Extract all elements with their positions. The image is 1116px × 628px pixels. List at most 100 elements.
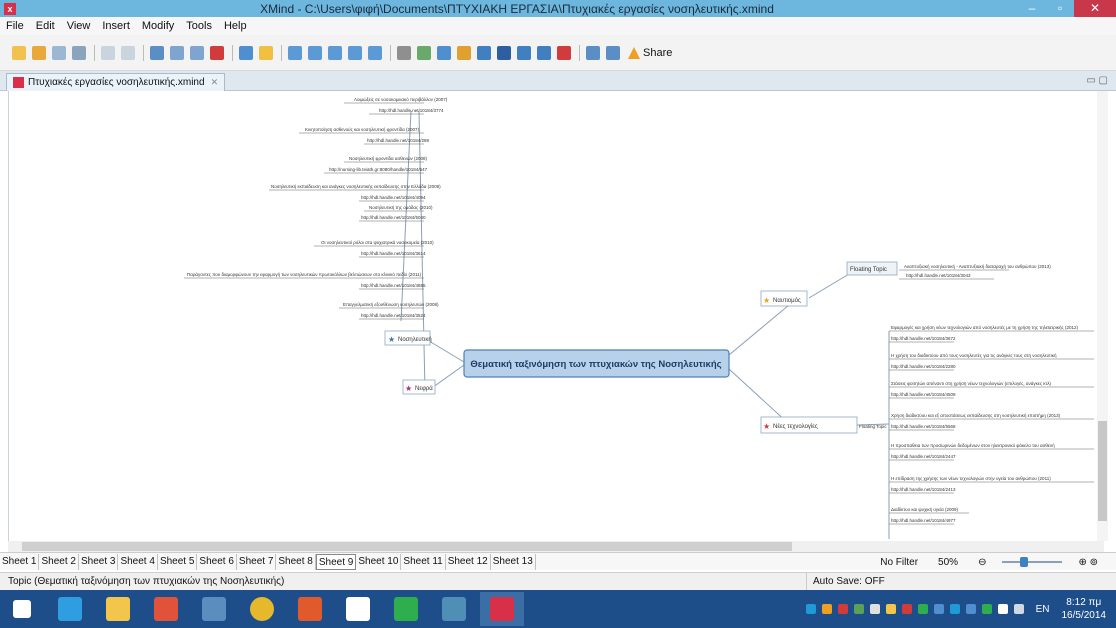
close-tab-icon[interactable]: ✕ — [211, 77, 219, 88]
sheet-tab[interactable]: Sheet 13 — [491, 553, 536, 570]
menu-insert[interactable]: Insert — [102, 20, 130, 32]
tray-icon[interactable] — [885, 604, 896, 614]
right-item-13[interactable]: Διαδίκτυο και ψυχική υγεία (2009) — [891, 506, 959, 512]
minimize-button[interactable]: – — [1018, 0, 1046, 17]
left-item-13[interactable]: Παράγοντες που διαμορφώνουν την εφαρμογή… — [187, 271, 422, 277]
floating-item-title[interactable]: Αναπτυξιακή νοσηλευτική - Αναπτυξιακή δι… — [904, 263, 1051, 269]
relationship-icon[interactable] — [308, 45, 322, 60]
open-folder-icon[interactable] — [32, 45, 46, 60]
taskbar-ie[interactable] — [48, 592, 92, 626]
pencil-icon[interactable] — [397, 45, 411, 60]
left-item-9[interactable]: Νοσηλευτική της ομάδας (2010) — [369, 204, 433, 210]
sheet-tab[interactable]: Sheet 1 — [0, 553, 40, 570]
tray-icon[interactable] — [837, 604, 848, 614]
taskbar-office[interactable] — [288, 592, 332, 626]
zoom-slider-knob[interactable] — [1020, 557, 1029, 567]
tray-icon[interactable] — [933, 604, 944, 614]
left-item-8[interactable]: http://hdl.handle.net/10184/4094 — [361, 195, 426, 200]
vertical-scroll-thumb[interactable] — [1098, 421, 1107, 521]
horizontal-scroll-thumb[interactable] — [22, 542, 792, 551]
right-item-1[interactable]: Εφαρμογές και χρήση νέων τεχνολογιών από… — [891, 324, 1078, 330]
taskbar-xmind[interactable] — [480, 592, 524, 626]
taskbar-amazon[interactable] — [336, 592, 380, 626]
autosave-status[interactable]: Auto Save: OFF — [806, 573, 885, 591]
menu-view[interactable]: View — [67, 20, 91, 32]
right-item-3[interactable]: Η χρήση του διαδικτύου από τους νοσηλευτ… — [891, 352, 1057, 358]
left-item-1[interactable]: Λοιμώξεις σε νοσοκομειακό περιβάλλον (20… — [354, 96, 448, 102]
sheet-tab[interactable]: Sheet 3 — [79, 553, 119, 570]
hyperlink-icon[interactable] — [477, 45, 491, 60]
paste-icon[interactable] — [190, 45, 204, 60]
menu-help[interactable]: Help — [224, 20, 247, 32]
tray-icon[interactable] — [821, 604, 832, 614]
right-item-5[interactable]: Στάσεις φοιτητών απέναντι στη χρήση νέων… — [891, 380, 1052, 386]
redo-icon[interactable] — [121, 45, 135, 60]
zoom-slider[interactable] — [1002, 557, 1063, 567]
taskbar-chrome[interactable] — [240, 592, 284, 626]
maximize-button[interactable]: ▫ — [1046, 0, 1074, 17]
zoom-level[interactable]: 50% — [928, 557, 968, 568]
left-item-11[interactable]: Οι νοσηλευτικοί ρόλοι στα ψυχιατρικά νοσ… — [321, 239, 434, 245]
left-item-14[interactable]: http://hdl.handle.net/10184/4855 — [361, 283, 426, 288]
editor-window-controls[interactable]: ▭ ▢ — [1086, 75, 1108, 86]
left-item-7[interactable]: Νοσηλευτική εκπαίδευση και ανάγκες νοσηλ… — [271, 183, 441, 189]
branch-naftiomos[interactable]: ★ Ναυτιομός — [760, 290, 808, 307]
menu-tools[interactable]: Tools — [186, 20, 212, 32]
marker-icon[interactable] — [437, 45, 451, 60]
right-item-8[interactable]: http://hdl.handle.net/10184/5568 — [891, 424, 956, 429]
left-item-16[interactable]: http://hdl.handle.net/10184/3524 — [361, 313, 426, 318]
branch-nosileftiki[interactable]: ★ Νοσηλευτική — [384, 330, 432, 346]
doc-tab[interactable]: Πτυχιακές εργασίες νοσηλευτικής.xmind ✕ — [6, 73, 226, 91]
attachment-icon[interactable] — [497, 45, 511, 60]
right-item-10[interactable]: http://hdl.handle.net/10184/2447 — [891, 454, 956, 459]
tray-icon[interactable] — [805, 604, 816, 614]
zoom-in-icon[interactable]: ⊕ ⊚ — [1068, 557, 1108, 568]
sheet-tab[interactable]: Sheet 11 — [401, 553, 446, 570]
branch-nees-texnologies[interactable]: ★ Νέες τεχνολογίες — [760, 416, 858, 434]
sheet-tab[interactable]: Sheet 7 — [237, 553, 277, 570]
horizontal-scrollbar[interactable] — [8, 541, 1104, 552]
image-icon[interactable] — [417, 45, 431, 60]
language-indicator[interactable]: EN — [1036, 604, 1050, 615]
menu-edit[interactable]: Edit — [36, 20, 55, 32]
taskbar-store[interactable] — [384, 592, 428, 626]
sheet-tab[interactable]: Sheet 10 — [356, 553, 402, 570]
sheet-tab[interactable]: Sheet 2 — [39, 553, 79, 570]
undo-icon[interactable] — [101, 45, 115, 60]
network-icon[interactable] — [997, 604, 1008, 614]
right-item-7[interactable]: Χρήση διαδικτύου και εξ αποστάσεως εκπαί… — [891, 412, 1061, 418]
zoom-out-icon[interactable]: ⊖ — [968, 557, 996, 568]
right-item-9[interactable]: Η προσπαθεια των προσωρινών δεδομένων στ… — [891, 442, 1055, 448]
callout-icon[interactable] — [368, 45, 382, 60]
menu-file[interactable]: File — [6, 20, 24, 32]
sheet-tab[interactable]: Sheet 4 — [118, 553, 158, 570]
left-item-10[interactable]: http://hdl.handle.net/10184/5040 — [361, 215, 426, 220]
left-item-12[interactable]: http://hdl.handle.net/10184/3614 — [361, 251, 426, 256]
idea-icon[interactable] — [259, 45, 273, 60]
menu-modify[interactable]: Modify — [142, 20, 174, 32]
share-button[interactable]: Share — [628, 46, 672, 59]
taskbar-publisher[interactable] — [432, 592, 476, 626]
save-icon[interactable] — [52, 45, 66, 60]
left-item-3[interactable]: Κινητοποίηση ασθενούς και νοσηλευτική φρ… — [305, 126, 419, 132]
taskbar-explorer[interactable] — [96, 592, 140, 626]
start-button[interactable] — [0, 592, 44, 626]
structure-icon[interactable] — [537, 45, 551, 60]
drill-down-icon[interactable] — [586, 45, 600, 60]
tray-icon[interactable] — [965, 604, 976, 614]
tray-icon[interactable] — [853, 604, 864, 614]
new-file-icon[interactable] — [12, 45, 26, 60]
delete-icon[interactable] — [210, 45, 224, 60]
taskbar-app-3[interactable] — [144, 592, 188, 626]
sheet-tab-active[interactable]: Sheet 9 — [315, 553, 357, 570]
summary-icon[interactable] — [348, 45, 362, 60]
sheet-tab[interactable]: Sheet 6 — [197, 553, 237, 570]
tray-icon[interactable] — [917, 604, 928, 614]
sheet-tab[interactable]: Sheet 5 — [158, 553, 198, 570]
floating-topic-top[interactable]: Floating Topic Αναπτυξιακή νοσηλευτική -… — [846, 261, 1051, 280]
tray-icon[interactable] — [869, 604, 880, 614]
branch-nefra[interactable]: ★ Νεφρά — [402, 379, 436, 395]
close-window-button[interactable]: ✕ — [1074, 0, 1116, 17]
drill-up-icon[interactable] — [606, 45, 620, 60]
copy-icon[interactable] — [170, 45, 184, 60]
